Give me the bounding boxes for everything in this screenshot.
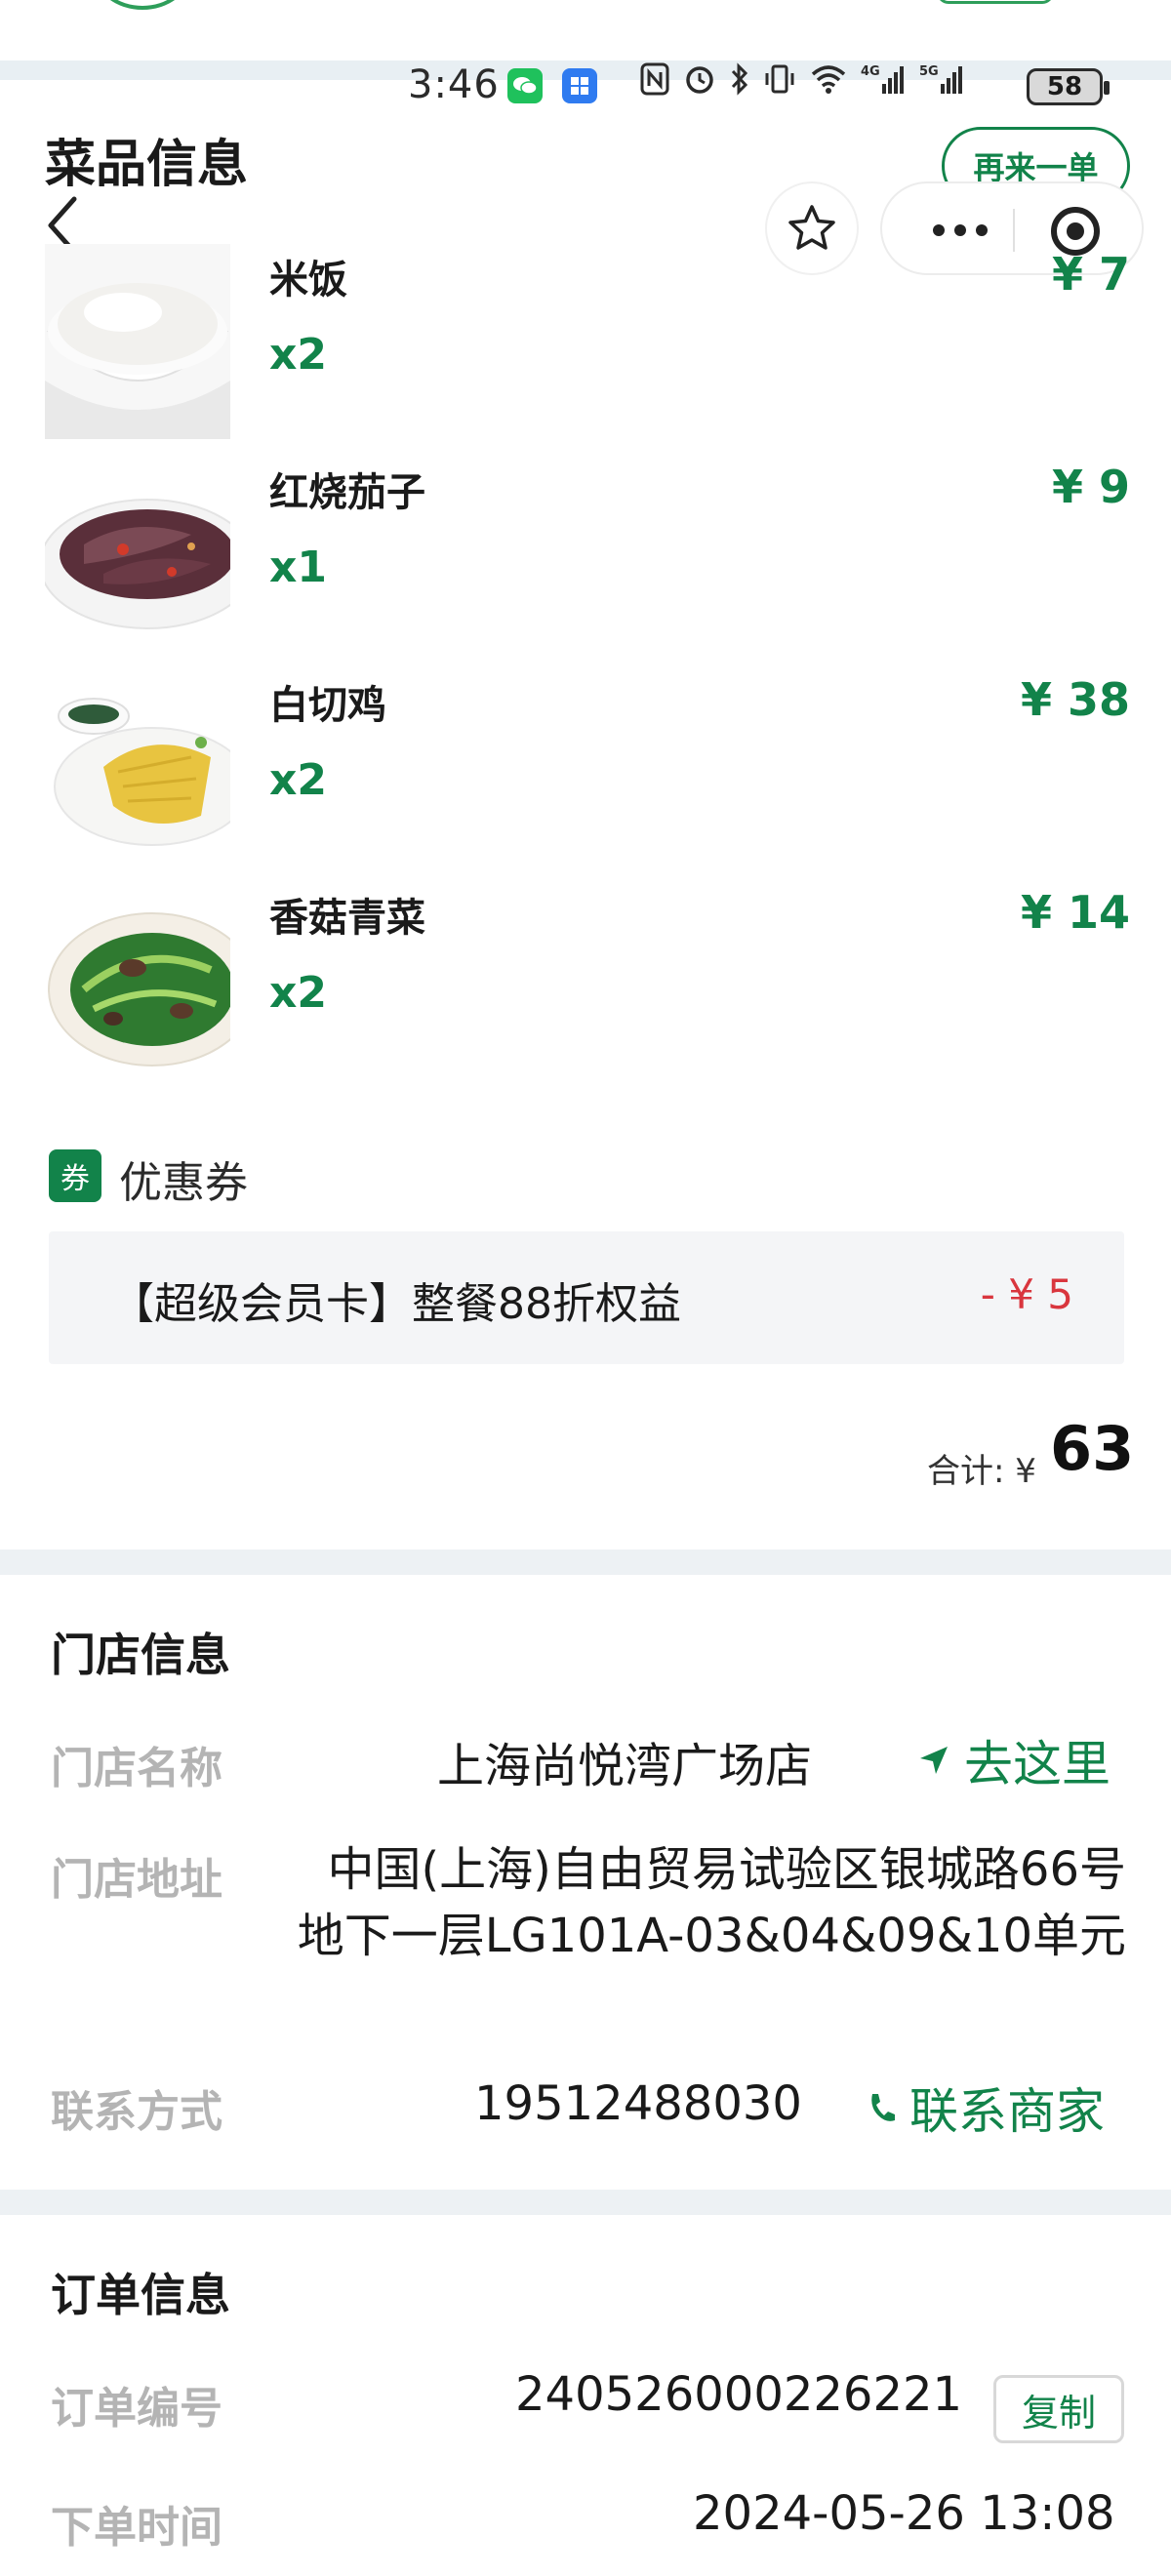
location-arrow-icon: [920, 1747, 948, 1774]
status-time: 3:46: [408, 62, 500, 107]
navigate-label: 去这里: [964, 1736, 1110, 1792]
store-address-value: 中国(上海)自由贸易试验区银城路66号地下一层LG101A-03&04&09&1…: [297, 1842, 1126, 1963]
order-number-label: 订单编号: [51, 2384, 222, 2434]
coupon-row: 【超级会员卡】整餐88折权益 - ¥ 5: [49, 1231, 1124, 1364]
dish-price: ¥ 38: [1020, 673, 1130, 726]
contact-label: 联系方式: [51, 2087, 222, 2137]
navigate-button[interactable]: 去这里: [917, 1725, 1110, 1795]
coupon-icon: 券: [49, 1149, 101, 1202]
top-strip: [0, 0, 1171, 60]
coupon-description: 【超级会员卡】整餐88折权益: [111, 1279, 681, 1329]
order-time-label: 下单时间: [51, 2503, 222, 2553]
dish-name: 白切鸡: [269, 683, 386, 728]
bluetooth-icon: [730, 62, 749, 103]
store-name-value: 上海尚悦湾广场店: [437, 1739, 813, 1793]
vibrate-icon: [763, 62, 796, 103]
contact-merchant-label: 联系商家: [909, 2083, 1105, 2140]
nfc-icon: [640, 62, 669, 103]
dish-image-rice: [45, 244, 230, 439]
dish-quantity: x2: [269, 330, 327, 380]
alarm-icon: [683, 62, 716, 103]
dish-price: ¥ 9: [1051, 461, 1130, 513]
dish-quantity: x2: [269, 755, 327, 805]
logo-edge: [94, 0, 191, 10]
dish-price: ¥ 7: [1051, 248, 1130, 301]
dish-name: 红烧茄子: [269, 470, 425, 515]
copy-order-number-button[interactable]: 复制: [993, 2375, 1124, 2443]
dish-quantity: x1: [269, 543, 327, 592]
dish-price: ¥ 14: [1020, 886, 1130, 939]
dish-item: 米饭 x2 ¥ 7: [0, 244, 1171, 439]
dish-section-title: 菜品信息: [45, 136, 249, 194]
store-address-label: 门店地址: [51, 1855, 222, 1905]
phone-icon: [871, 2094, 895, 2121]
store-info-title: 门店信息: [51, 1629, 230, 1681]
dish-quantity: x2: [269, 968, 327, 1018]
store-name-label: 门店名称: [51, 1744, 222, 1793]
section-divider: [0, 2190, 1171, 2215]
svg-text:4G: 4G: [861, 64, 880, 79]
pill-edge: [937, 0, 1054, 4]
signal-5g-icon: 5G: [919, 62, 964, 103]
contact-phone-value: 19512488030: [474, 2076, 802, 2131]
dish-item: 白切鸡 x2 ¥ 38: [0, 669, 1171, 865]
signal-4g-icon: 4G: [861, 62, 906, 103]
system-icons: 4G 5G: [640, 62, 964, 103]
order-info-title: 订单信息: [51, 2269, 230, 2321]
dish-image-greens: [45, 882, 230, 1077]
wechat-icon: [507, 68, 543, 103]
dish-image-chicken: [45, 669, 230, 865]
section-divider: [0, 1550, 1171, 1575]
app-grid-icon: [562, 68, 597, 103]
order-number-value: 240526000226221: [515, 2367, 963, 2422]
dish-image-eggplant: [45, 457, 230, 652]
total-value: 63: [1050, 1413, 1135, 1484]
dish-name: 香菇青菜: [269, 896, 425, 941]
svg-text:5G: 5G: [919, 64, 939, 79]
coupon-discount-amount: - ¥ 5: [980, 1270, 1073, 1318]
dish-item: 香菇青菜 x2 ¥ 14: [0, 882, 1171, 1077]
contact-merchant-button[interactable]: 联系商家: [867, 2073, 1105, 2143]
coupon-title: 优惠券: [119, 1158, 248, 1208]
wifi-icon: [810, 63, 847, 102]
order-time-value: 2024-05-26 13:08: [693, 2486, 1115, 2541]
total-label: 合计: ¥: [927, 1452, 1036, 1491]
dish-name: 米饭: [269, 258, 347, 302]
battery-indicator: 58: [1027, 68, 1110, 105]
dish-item: 红烧茄子 x1 ¥ 9: [0, 457, 1171, 652]
